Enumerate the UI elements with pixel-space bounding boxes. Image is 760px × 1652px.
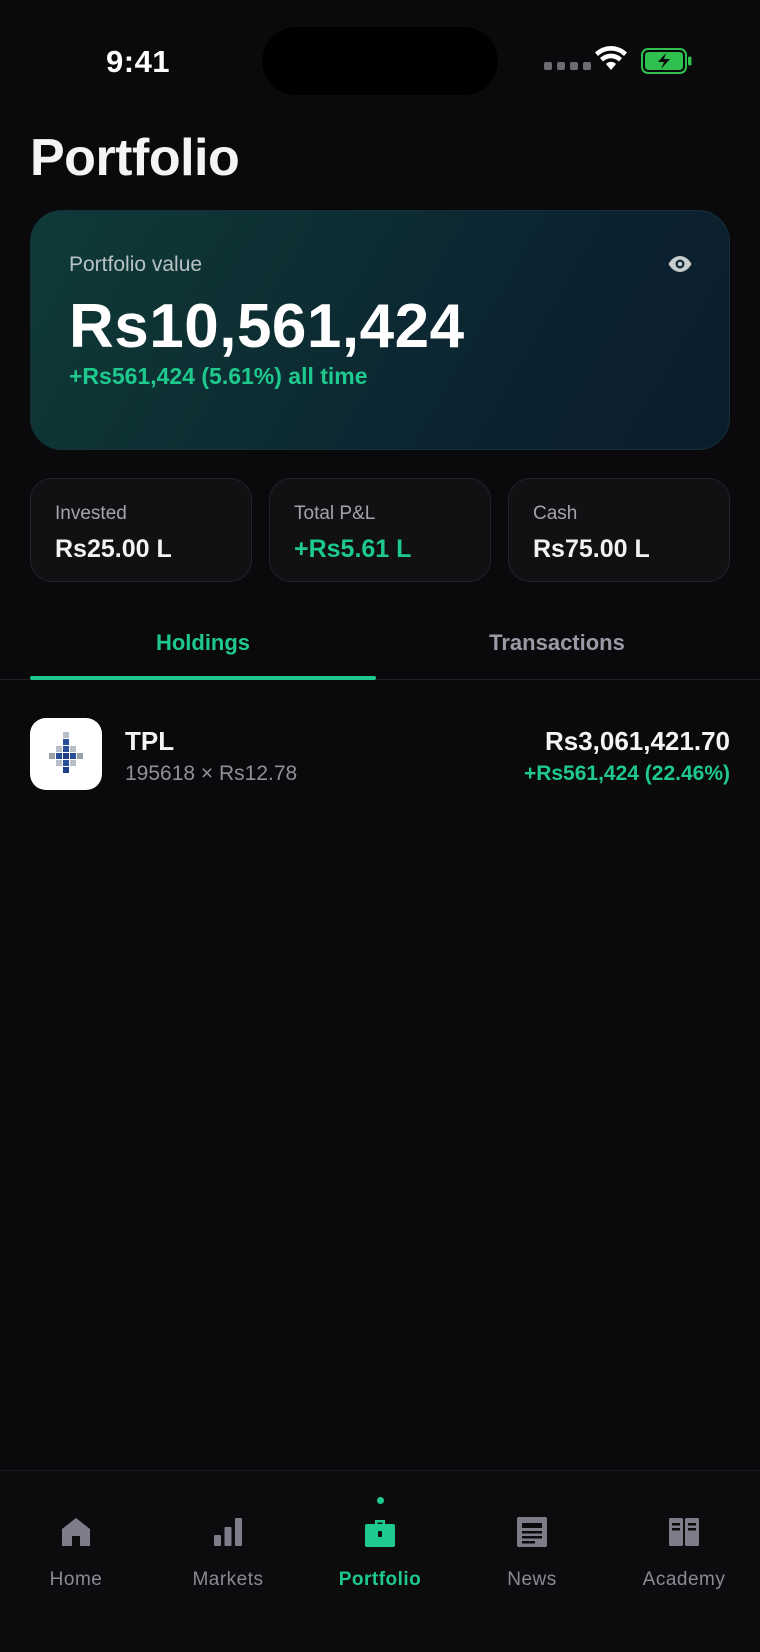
portfolio-value-card: Portfolio value Rs10,561,424 +Rs561,424 …	[30, 210, 730, 450]
stat-value: Rs25.00 L	[55, 535, 172, 563]
stat-value: Rs75.00 L	[533, 535, 650, 563]
nav-portfolio[interactable]: Portfolio	[304, 1497, 456, 1611]
tab-holdings[interactable]: Holdings	[30, 630, 376, 656]
nav-label: Markets	[192, 1569, 264, 1590]
status-time: 9:41	[106, 44, 171, 79]
company-logo	[30, 718, 102, 790]
holding-row[interactable]: TPL 195618 × Rs12.78 Rs3,061,421.70 +Rs5…	[30, 718, 730, 792]
active-tab-indicator	[30, 676, 376, 680]
stat-card-cash: Cash Rs75.00 L	[508, 478, 730, 582]
holding-quantity-price: 195618 × Rs12.78	[125, 762, 298, 785]
bar-chart-icon	[214, 1518, 242, 1546]
portfolio-screen: 9:41 Portfolio Portfolio value Rs10,561,…	[0, 0, 760, 1652]
stat-card-invested: Invested Rs25.00 L	[30, 478, 252, 582]
briefcase-icon	[365, 1520, 395, 1547]
portfolio-all-time-change: +Rs561,424 (5.61%) all time	[69, 363, 368, 389]
nav-label: Home	[49, 1569, 103, 1590]
bottom-navigation: Home Markets Portfolio News Academy	[0, 1470, 760, 1652]
page-title: Portfolio	[30, 129, 240, 187]
dynamic-island	[262, 27, 498, 95]
active-indicator-dot	[377, 1497, 384, 1504]
stat-label: Invested	[55, 503, 127, 524]
portfolio-value-amount: Rs10,561,424	[69, 292, 465, 361]
newspaper-icon	[517, 1517, 547, 1547]
book-icon	[669, 1518, 699, 1546]
status-bar: 9:41	[0, 0, 760, 120]
nav-markets[interactable]: Markets	[152, 1511, 304, 1611]
stat-label: Cash	[533, 503, 578, 524]
nav-label: News	[507, 1569, 557, 1590]
cellular-signal-icon	[544, 62, 591, 70]
holding-symbol: TPL	[125, 726, 175, 756]
nav-academy[interactable]: Academy	[608, 1511, 760, 1611]
tpl-logo-icon	[49, 732, 83, 773]
stat-value: +Rs5.61 L	[294, 535, 412, 563]
stat-card-total-pnl: Total P&L +Rs5.61 L	[269, 478, 491, 582]
battery-charging-icon	[641, 48, 692, 74]
holding-market-value: Rs3,061,421.70	[544, 726, 730, 756]
tab-transactions[interactable]: Transactions	[384, 630, 730, 656]
stat-label: Total P&L	[294, 503, 376, 524]
nav-home[interactable]: Home	[0, 1511, 152, 1611]
holding-change: +Rs561,424 (22.46%)	[523, 762, 730, 785]
nav-label: Portfolio	[338, 1569, 422, 1590]
nav-news[interactable]: News	[456, 1511, 608, 1611]
eye-icon[interactable]	[667, 253, 693, 275]
home-icon	[62, 1518, 90, 1546]
portfolio-tabs: Holdings Transactions	[0, 614, 760, 680]
nav-label: Academy	[642, 1569, 726, 1590]
wifi-icon	[595, 46, 627, 70]
portfolio-value-label: Portfolio value	[69, 253, 203, 276]
